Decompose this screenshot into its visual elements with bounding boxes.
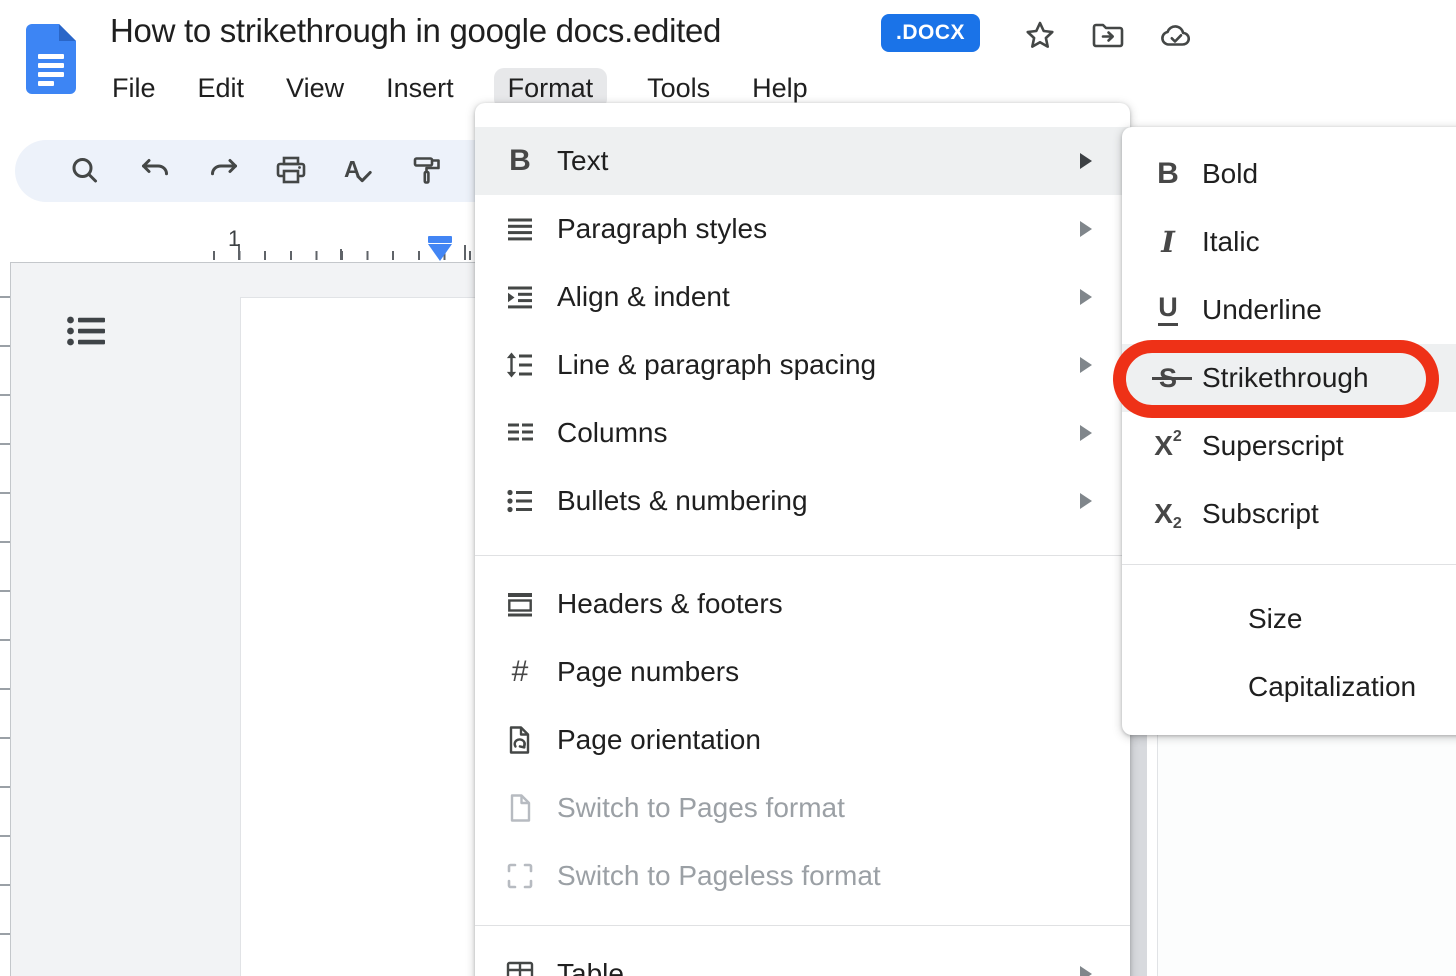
submenu-arrow-icon (1080, 221, 1092, 237)
vertical-ruler-ticks (0, 296, 10, 968)
submenu-arrow-icon (1080, 153, 1092, 169)
menu-file[interactable]: File (110, 68, 158, 109)
ruler-inch-tick (464, 245, 466, 260)
docx-file-type-badge: .DOCX (881, 14, 980, 52)
format-menu-item-bullets-numbering[interactable]: Bullets & numbering (475, 467, 1130, 535)
submenu-arrow-icon (1080, 966, 1092, 976)
print-icon[interactable] (273, 153, 309, 189)
underline-icon: U (1150, 293, 1186, 327)
format-menu-item-align-indent[interactable]: Align & indent (475, 263, 1130, 331)
submenu-item-underline[interactable]: U Underline (1122, 276, 1456, 344)
format-menu-item-headers-footers[interactable]: Headers & footers (475, 570, 1130, 638)
bullets-numbering-icon (503, 484, 537, 518)
submenu-arrow-icon (1080, 425, 1092, 441)
submenu-item-superscript[interactable]: X2 Superscript (1122, 412, 1456, 480)
submenu-arrow-icon (1080, 357, 1092, 373)
document-scrollbar[interactable] (1130, 735, 1147, 976)
format-menu-item-line-spacing[interactable]: Line & paragraph spacing (475, 331, 1130, 399)
ruler-inch-label: 1 (228, 226, 240, 252)
submenu-item-subscript[interactable]: X2 Subscript (1122, 480, 1456, 548)
subscript-icon: X2 (1150, 497, 1186, 531)
strikethrough-annotation-ring (1113, 340, 1439, 418)
submenu-item-capitalization[interactable]: Capitalization (1122, 653, 1456, 721)
outline-list-icon (66, 335, 108, 352)
document-outline-button[interactable] (66, 314, 108, 350)
superscript-icon: X2 (1150, 429, 1186, 463)
submenu-arrow-icon (1080, 493, 1092, 509)
paragraph-styles-icon (503, 212, 537, 246)
table-icon (503, 957, 537, 976)
menu-insert[interactable]: Insert (384, 68, 456, 109)
format-menu-item-columns[interactable]: Columns (475, 399, 1130, 467)
format-menu-item-paragraph-styles[interactable]: Paragraph styles (475, 195, 1130, 263)
format-menu-item-switch-pageless-format: Switch to Pageless format (475, 842, 1130, 910)
menu-divider (475, 925, 1130, 926)
text-submenu: B Bold I Italic U Underline S Strikethro… (1122, 127, 1456, 735)
format-menu-item-page-numbers[interactable]: # Page numbers (475, 638, 1130, 706)
menu-divider (1122, 564, 1456, 565)
document-title[interactable]: How to strikethrough in google docs.edit… (110, 12, 721, 50)
search-icon[interactable] (67, 153, 103, 189)
page-numbers-icon: # (503, 655, 537, 689)
columns-icon (503, 416, 537, 450)
line-spacing-icon (503, 348, 537, 382)
undo-icon[interactable] (138, 153, 174, 189)
cloud-done-icon[interactable] (1158, 18, 1194, 54)
format-menu-item-page-orientation[interactable]: Page orientation (475, 706, 1130, 774)
submenu-item-bold[interactable]: B Bold (1122, 140, 1456, 208)
ruler-half-tick (340, 249, 342, 260)
first-line-indent-marker[interactable] (428, 236, 452, 243)
spellcheck-icon[interactable]: A (339, 153, 375, 189)
headers-footers-icon (503, 587, 537, 621)
pageless-format-icon (503, 859, 537, 893)
paint-format-icon[interactable] (409, 153, 445, 189)
italic-icon: I (1150, 225, 1186, 259)
redo-icon[interactable] (205, 153, 241, 189)
bold-icon: B (1150, 157, 1186, 191)
menu-edit[interactable]: Edit (196, 68, 247, 109)
pages-format-icon (503, 791, 537, 825)
vertical-ruler-border (10, 263, 11, 976)
page-orientation-icon (503, 723, 537, 757)
move-folder-icon[interactable] (1090, 18, 1126, 54)
menu-divider (475, 555, 1130, 556)
format-menu-item-text[interactable]: B Text (475, 127, 1130, 195)
google-docs-logo[interactable] (26, 24, 76, 94)
google-docs-window: 1 How to strikethrough in google docs.ed… (0, 0, 1456, 976)
align-indent-icon (503, 280, 537, 314)
bold-text-icon: B (503, 144, 537, 178)
submenu-item-italic[interactable]: I Italic (1122, 208, 1456, 276)
submenu-arrow-icon (1080, 289, 1092, 305)
left-indent-marker[interactable] (428, 244, 452, 261)
format-menu: B Text Paragraph styles Align & indent L… (475, 103, 1130, 976)
submenu-item-size[interactable]: Size (1122, 585, 1456, 653)
format-menu-item-table[interactable]: Table (475, 940, 1130, 976)
format-menu-item-switch-pages-format: Switch to Pages format (475, 774, 1130, 842)
menu-view[interactable]: View (284, 68, 346, 109)
star-icon[interactable] (1022, 18, 1058, 54)
